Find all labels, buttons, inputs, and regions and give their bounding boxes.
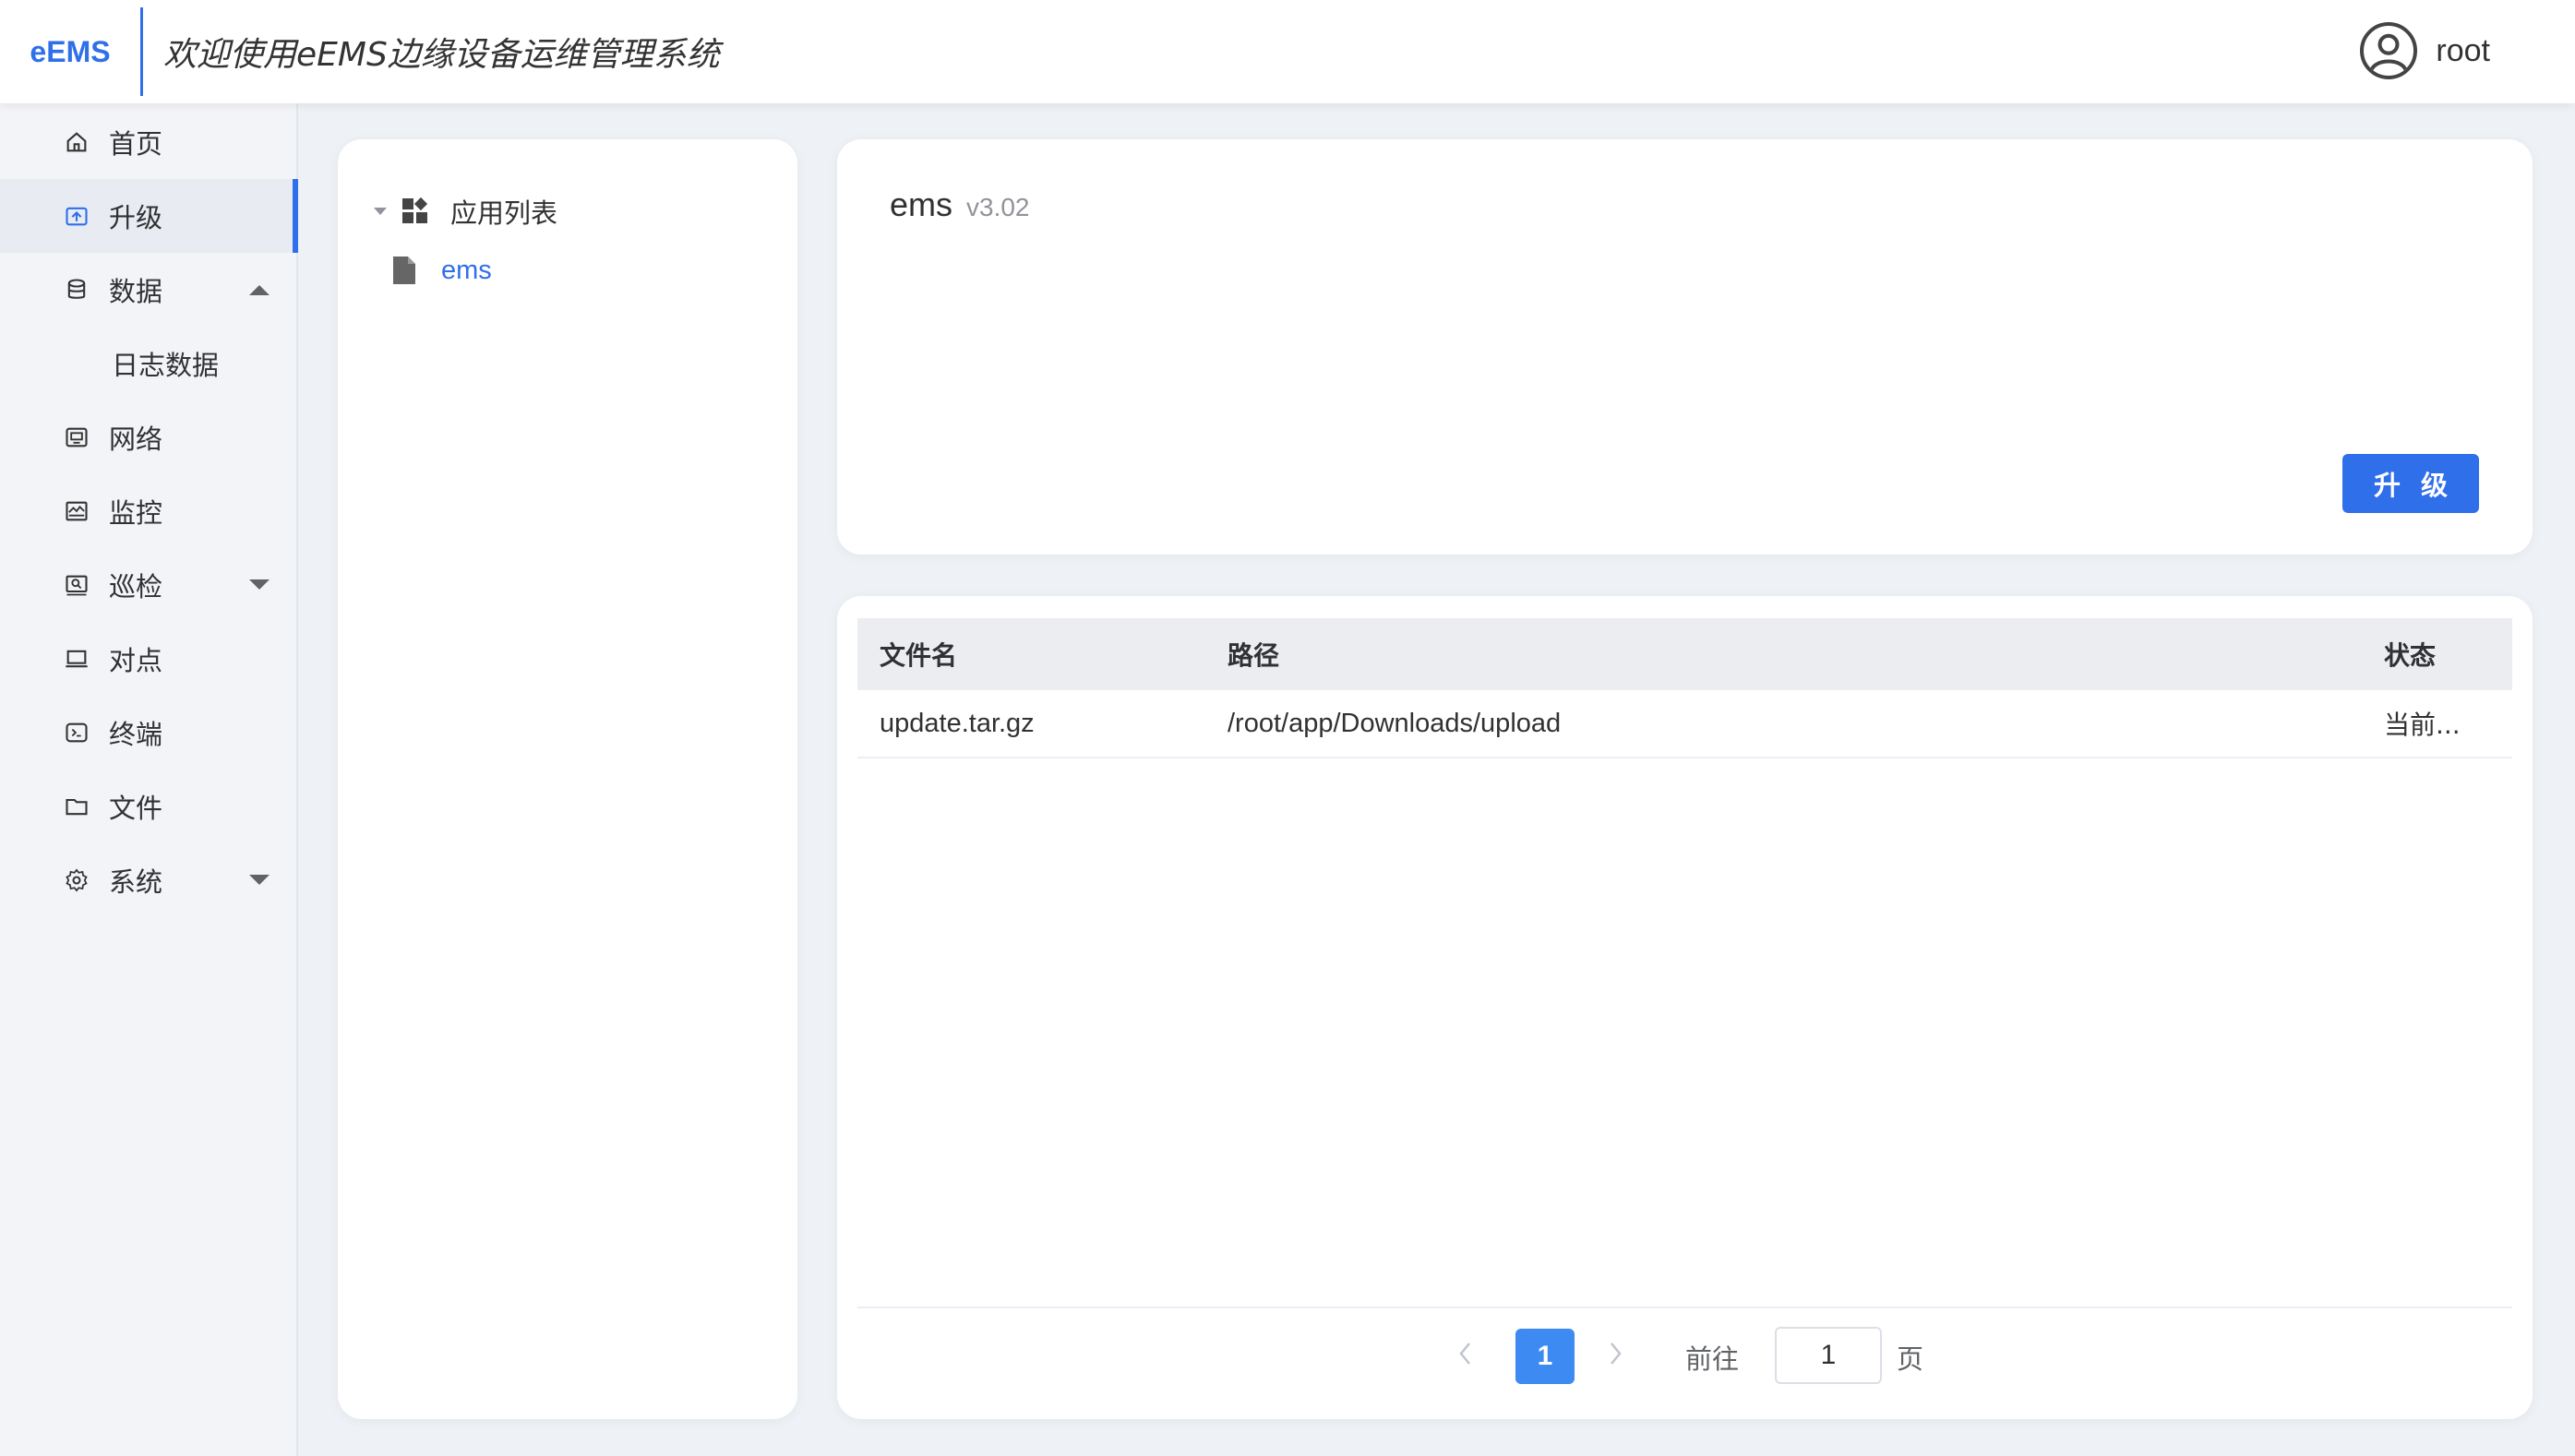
file-table-panel: 文件名 路径 状态 update.tar.gz /root/app/Downlo… — [837, 596, 2533, 1419]
app-tree-panel: 应用列表 ems — [338, 139, 797, 1419]
app-name: ems — [890, 185, 953, 223]
sidebar-item-data[interactable]: 数据 — [0, 253, 298, 327]
user-avatar-icon[interactable] — [2360, 22, 2418, 79]
column-header-status[interactable]: 状态 — [2384, 618, 2436, 690]
cell-path: /root/app/Downloads/upload — [1228, 708, 1562, 738]
sidebar-item-point-check[interactable]: 对点 — [0, 622, 298, 696]
username[interactable]: root — [2436, 33, 2490, 69]
sidebar-item-home[interactable]: 首页 — [0, 105, 298, 179]
app-grid-icon — [402, 197, 428, 223]
column-header-filename[interactable]: 文件名 — [880, 618, 957, 690]
upgrade-icon — [63, 202, 90, 230]
chevron-down-icon — [249, 875, 269, 885]
chevron-left-icon[interactable] — [1456, 1340, 1475, 1367]
terminal-icon — [63, 719, 90, 746]
tree-node-label: ems — [441, 255, 492, 285]
sidebar-item-label: 首页 — [109, 128, 163, 160]
sidebar-item-label: 升级 — [109, 202, 163, 233]
caret-down-icon[interactable] — [373, 206, 388, 217]
sidebar-item-system[interactable]: 系统 — [0, 843, 298, 917]
page-number-current[interactable]: 1 — [1515, 1329, 1575, 1384]
sidebar-item-label: 系统 — [109, 866, 163, 898]
sidebar: 首页 升级 数据 日志数据 网络 监控 巡检 对点 终端 文件 系统 — [0, 103, 298, 1456]
sidebar-item-network[interactable]: 网络 — [0, 400, 298, 474]
sidebar-item-label: 数据 — [109, 276, 163, 307]
sidebar-item-label: 文件 — [109, 793, 163, 824]
chevron-right-icon[interactable] — [1606, 1340, 1624, 1367]
tree-node-ems[interactable]: ems — [391, 252, 492, 289]
table-row[interactable]: update.tar.gz /root/app/Downloads/upload… — [857, 690, 2512, 758]
app-version: v3.02 — [966, 193, 1030, 221]
app-title: 欢迎使用eEMS边缘设备运维管理系统 — [163, 36, 720, 74]
laptop-icon — [63, 645, 90, 673]
sidebar-item-label: 日志数据 — [112, 350, 220, 381]
gear-icon — [63, 866, 90, 894]
upgrade-button[interactable]: 升级 — [2342, 454, 2479, 513]
inspection-icon — [63, 571, 90, 599]
sidebar-item-label: 网络 — [109, 424, 163, 455]
pagination: 1 前往 页 — [837, 1325, 2533, 1386]
sidebar-item-files[interactable]: 文件 — [0, 770, 298, 843]
database-icon — [63, 276, 90, 304]
tree-root-label: 应用列表 — [450, 197, 558, 229]
goto-label: 前往 — [1685, 1343, 1740, 1375]
sidebar-item-terminal[interactable]: 终端 — [0, 696, 298, 770]
page-suffix-label: 页 — [1897, 1343, 1924, 1375]
top-header: eEMS 欢迎使用eEMS边缘设备运维管理系统 root — [0, 0, 2575, 103]
chevron-down-icon — [249, 579, 269, 590]
file-table: 文件名 路径 状态 update.tar.gz /root/app/Downlo… — [857, 618, 2512, 758]
logo-divider — [140, 7, 143, 96]
sidebar-item-upgrade[interactable]: 升级 — [0, 179, 298, 253]
sidebar-item-inspection[interactable]: 巡检 — [0, 548, 298, 622]
file-icon — [393, 257, 415, 284]
goto-page-input[interactable] — [1775, 1327, 1882, 1384]
sidebar-item-label: 终端 — [109, 719, 163, 750]
sidebar-item-label: 对点 — [109, 645, 163, 676]
user-menu[interactable]: root — [2360, 20, 2490, 81]
home-icon — [63, 128, 90, 156]
table-header: 文件名 路径 状态 — [857, 618, 2512, 690]
pagination-divider — [857, 1307, 2512, 1308]
monitor-icon — [63, 497, 90, 525]
chevron-up-icon — [249, 285, 269, 295]
app-info-panel: ems v3.02 升级 — [837, 139, 2533, 555]
folder-icon — [63, 793, 90, 820]
logo[interactable]: eEMS — [0, 35, 140, 69]
sidebar-item-label: 监控 — [109, 497, 163, 529]
sidebar-item-label: 巡检 — [109, 571, 163, 603]
sidebar-item-monitor[interactable]: 监控 — [0, 474, 298, 548]
tree-root-node[interactable]: 应用列表 — [373, 193, 557, 230]
column-header-path[interactable]: 路径 — [1228, 618, 1279, 690]
cell-filename: update.tar.gz — [880, 708, 1035, 738]
network-icon — [63, 424, 90, 451]
sidebar-item-log-data[interactable]: 日志数据 — [0, 327, 298, 400]
cell-status: 当前... — [2384, 710, 2461, 740]
